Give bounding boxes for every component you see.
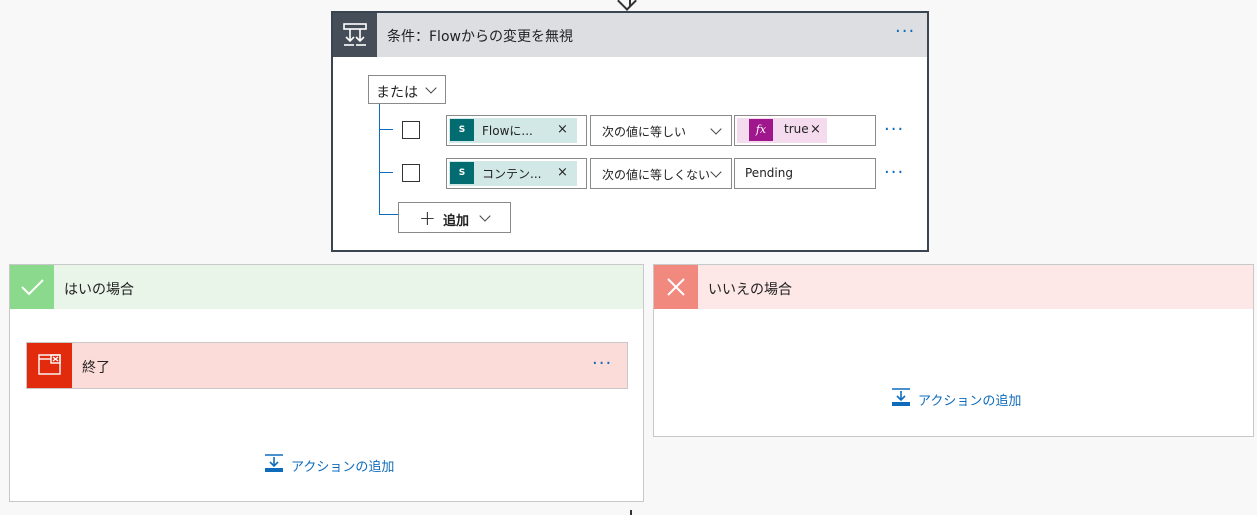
condition-header[interactable]: 条件：Flowからの変更を無視 ··· <box>333 13 927 57</box>
tree-branch-line <box>379 172 393 173</box>
row-1-left-token[interactable]: S Flowに... × <box>449 118 577 143</box>
row-2-operator-label: 次の値に等しくない <box>602 168 711 182</box>
no-branch-header[interactable]: いいえの場合 <box>654 265 1253 309</box>
row-2-operator-select[interactable]: 次の値に等しくない <box>590 158 732 189</box>
terminate-action-title: 終了 <box>82 360 110 376</box>
chevron-down-icon <box>710 123 722 135</box>
chevron-down-icon <box>425 82 437 94</box>
row-2-right-field[interactable]: Pending <box>734 158 876 189</box>
row-2-right-value: Pending <box>745 166 793 180</box>
add-action-icon <box>265 454 283 472</box>
checkmark-icon <box>10 265 54 309</box>
row-2-left-token-remove-icon[interactable]: × <box>557 165 568 180</box>
no-branch-title: いいえの場合 <box>708 282 792 298</box>
row-1-left-field[interactable]: S Flowに... × <box>446 115 587 146</box>
add-action-icon <box>892 388 910 406</box>
sharepoint-icon: S <box>450 162 474 184</box>
chevron-down-icon <box>479 210 491 222</box>
bottom-connector-line <box>630 510 632 515</box>
terminate-more-options-icon[interactable]: ··· <box>592 355 612 373</box>
row-2-left-field[interactable]: S コンテン... × <box>446 158 587 189</box>
close-icon <box>654 265 698 309</box>
tree-vertical-line <box>379 104 380 215</box>
yes-branch-header[interactable]: はいの場合 <box>10 265 643 309</box>
yes-add-action-label: アクションの追加 <box>291 460 395 475</box>
group-operator-select[interactable]: または <box>368 75 446 104</box>
plus-icon: + <box>419 206 436 230</box>
no-add-action-label: アクションの追加 <box>918 394 1022 409</box>
add-button[interactable]: + 追加 <box>398 202 511 233</box>
row-1-left-token-label: Flowに... <box>482 124 533 138</box>
fx-icon: fx <box>749 119 773 141</box>
sharepoint-icon: S <box>450 119 474 141</box>
row-2-checkbox[interactable] <box>402 164 420 182</box>
row-1-right-token-label: true <box>784 122 809 136</box>
condition-card[interactable]: 条件：Flowからの変更を無視 ··· または S Flowに... × 次の値… <box>331 11 929 252</box>
row-1-checkbox[interactable] <box>402 121 420 139</box>
tree-branch-line <box>379 214 398 215</box>
row-1-left-token-remove-icon[interactable]: × <box>557 122 568 137</box>
condition-more-options-icon[interactable]: ··· <box>895 23 915 41</box>
condition-title: 条件：Flowからの変更を無視 <box>387 29 573 45</box>
yes-branch-title: はいの場合 <box>64 282 134 298</box>
row-1-more-options-icon[interactable]: ··· <box>884 121 904 139</box>
condition-icon <box>333 13 377 57</box>
down-arrow-icon <box>617 0 637 11</box>
row-1-right-token-remove-icon[interactable]: × <box>810 122 821 137</box>
add-button-label: 追加 <box>443 214 470 229</box>
row-1-operator-select[interactable]: 次の値に等しい <box>590 115 732 146</box>
terminate-icon <box>27 343 72 388</box>
tree-branch-line <box>379 129 393 130</box>
row-1-right-field[interactable]: fx true × <box>734 115 876 146</box>
yes-branch-panel: はいの場合 終了 ··· アクションの追加 <box>9 264 644 502</box>
chevron-down-icon <box>710 166 722 178</box>
row-2-left-token[interactable]: S コンテン... × <box>449 161 577 186</box>
terminate-action-card[interactable]: 終了 ··· <box>26 342 628 389</box>
row-2-left-token-label: コンテン... <box>482 167 542 181</box>
row-2-more-options-icon[interactable]: ··· <box>884 164 904 182</box>
row-1-operator-label: 次の値に等しい <box>602 125 687 139</box>
no-branch-panel: いいえの場合 アクションの追加 <box>653 264 1254 437</box>
group-operator-label: または <box>376 85 418 101</box>
row-1-right-token[interactable]: fx true × <box>737 118 827 143</box>
